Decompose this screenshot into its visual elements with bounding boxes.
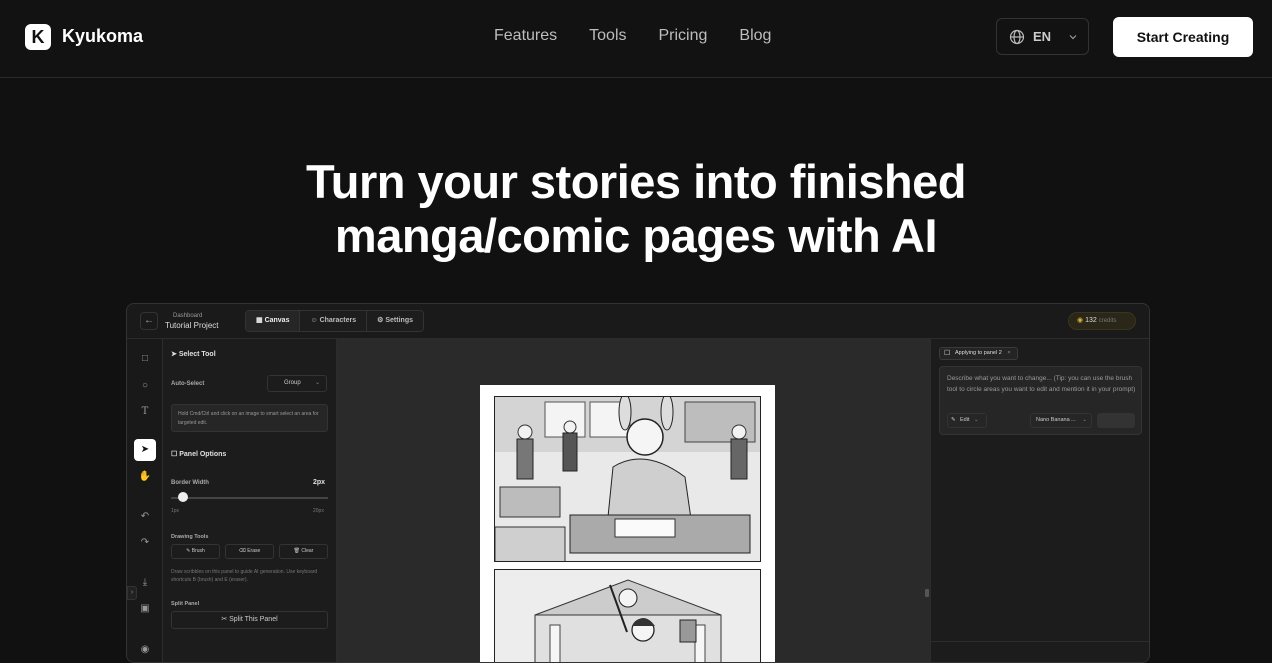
select-tool-icon[interactable]: ➤: [134, 439, 156, 461]
border-width-slider[interactable]: [171, 497, 328, 499]
border-width-value: 2px: [313, 479, 326, 486]
globe-icon: [1009, 29, 1025, 44]
clear-button[interactable]: 🗑 Clear: [279, 544, 328, 559]
chip-label: Applying to panel 2: [955, 350, 1002, 356]
auto-select-label: Auto-Select: [171, 381, 205, 387]
palette-icon[interactable]: ◉: [134, 639, 156, 661]
border-width-knob[interactable]: [178, 492, 189, 502]
text-tool-icon[interactable]: T: [134, 401, 156, 423]
hand-tool-icon[interactable]: ✋: [134, 466, 156, 488]
editor-topbar: ← Dashboard Tutorial Project ▦ Canvas ☺ …: [127, 304, 1149, 339]
model-label: Nano Banana ...: [1036, 417, 1076, 423]
rectangle-tool-icon[interactable]: □: [134, 348, 156, 370]
nav-links: Features Tools Pricing Blog: [494, 27, 771, 45]
tab-characters[interactable]: ☺ Characters: [300, 311, 368, 331]
coins-icon: ◉: [1077, 317, 1084, 324]
checkbox-icon: ☐: [944, 350, 951, 357]
hero-line-1: Turn your stories into finished: [306, 155, 966, 208]
logo-icon[interactable]: K: [25, 24, 51, 50]
nav-link-pricing[interactable]: Pricing: [659, 27, 708, 45]
auto-select-hint: Hold Cmd/Ctrl and click on an image to s…: [171, 404, 328, 432]
nav-link-features[interactable]: Features: [494, 27, 557, 45]
split-panel-label: Split Panel: [171, 601, 200, 607]
brush-button[interactable]: ✎ Brush: [171, 544, 220, 559]
tab-settings[interactable]: ⚙ Settings: [367, 311, 423, 331]
download-icon[interactable]: ⤓: [134, 572, 156, 594]
top-navbar: K Kyukoma Features Tools Pricing Blog EN…: [0, 0, 1272, 78]
app-preview-window: ← Dashboard Tutorial Project ▦ Canvas ☺ …: [126, 303, 1150, 663]
edit-label: Edit: [960, 417, 970, 423]
erase-button[interactable]: ⌫ Erase: [225, 544, 274, 559]
credits-value: 132: [1085, 317, 1097, 324]
chevron-down-icon: ⌄: [974, 417, 979, 423]
model-selector[interactable]: Nano Banana ... ⌄: [1030, 413, 1092, 428]
drawing-tools-label: Drawing Tools: [171, 534, 209, 540]
brand-name[interactable]: Kyukoma: [62, 26, 143, 47]
edit-mode-button[interactable]: ✎ Edit ⌄: [947, 413, 987, 428]
applying-to-panel-chip[interactable]: ☐ Applying to panel 2 ×: [939, 347, 1018, 360]
panel-options-title: ☐ Panel Options: [171, 451, 227, 458]
canvas-area[interactable]: [337, 339, 930, 662]
hero-line-2: manga/comic pages with AI: [334, 209, 938, 262]
undo-icon[interactable]: ↶: [134, 506, 156, 528]
ai-edit-panel: ☐ Applying to panel 2 × Describe what yo…: [925, 339, 1149, 662]
prompt-box: Describe what you want to change... (Tip…: [939, 366, 1142, 435]
select-tool-title: ➤ Select Tool: [171, 351, 216, 358]
expand-panel-handle[interactable]: ›: [127, 586, 137, 600]
comic-panel-1[interactable]: [494, 396, 761, 562]
comic-page[interactable]: [480, 385, 775, 662]
language-selector[interactable]: EN: [996, 18, 1089, 55]
close-icon[interactable]: ×: [1007, 350, 1010, 356]
redo-icon[interactable]: ↷: [134, 532, 156, 554]
properties-panel: ➤ Select Tool Auto-Select Group ⌄ Hold C…: [163, 339, 337, 662]
project-name: Tutorial Project: [165, 321, 219, 330]
ellipse-tool-icon[interactable]: ○: [134, 375, 156, 397]
prompt-input[interactable]: Describe what you want to change... (Tip…: [947, 373, 1139, 395]
breadcrumb-parent[interactable]: Dashboard: [173, 313, 202, 319]
split-panel-button[interactable]: ✂ Split This Panel: [171, 611, 328, 629]
hero-headline: Turn your stories into finished manga/co…: [0, 155, 1272, 263]
back-arrow-icon[interactable]: ←: [140, 312, 158, 330]
save-icon[interactable]: ▣: [134, 598, 156, 620]
tab-canvas[interactable]: ▦ Canvas: [246, 311, 301, 331]
panel-2-artwork: [495, 570, 760, 662]
nav-link-blog[interactable]: Blog: [739, 27, 771, 45]
slider-max: 20px: [313, 508, 324, 514]
start-creating-button[interactable]: Start Creating: [1113, 17, 1253, 57]
group-value: Group: [284, 380, 301, 386]
credits-label: credits: [1098, 318, 1117, 324]
drawing-hint: Draw scribbles on this panel to guide AI…: [171, 569, 318, 583]
slider-min: 1px: [171, 508, 180, 514]
chevron-down-icon: [1069, 34, 1077, 39]
generate-button[interactable]: [1097, 413, 1135, 428]
chevron-down-icon: ⌄: [1082, 417, 1087, 423]
comic-panel-2[interactable]: [494, 569, 761, 662]
panel-1-artwork: [495, 397, 760, 561]
panel-divider: [930, 641, 1149, 642]
border-width-label: Border Width: [171, 480, 209, 486]
pencil-icon: ✎: [951, 417, 956, 423]
chevron-down-icon: ⌄: [314, 380, 320, 386]
editor-tabs: ▦ Canvas ☺ Characters ⚙ Settings: [245, 310, 424, 332]
nav-link-tools[interactable]: Tools: [589, 27, 626, 45]
auto-select-dropdown[interactable]: Group ⌄: [267, 375, 327, 392]
credits-badge[interactable]: ◉ 132 credits: [1068, 312, 1136, 330]
panel-resize-handle[interactable]: [925, 589, 929, 597]
tool-rail: □ ○ T ➤ ✋ ↶ ↷ ⤓ ▣ ◉: [127, 339, 163, 662]
language-code: EN: [1033, 29, 1052, 44]
